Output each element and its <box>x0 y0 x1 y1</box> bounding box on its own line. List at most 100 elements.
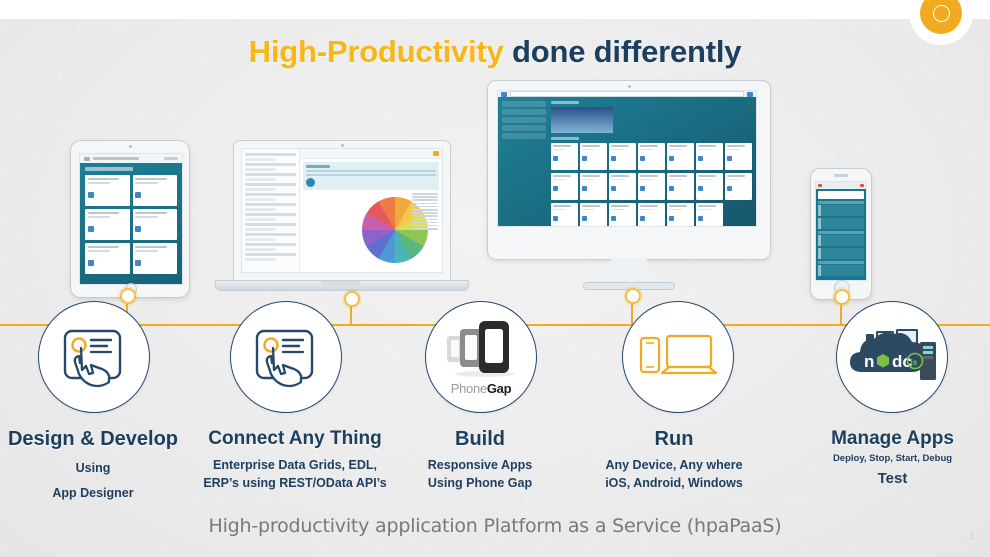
tile <box>638 143 665 170</box>
caption-line: Enterprise Data Grids, EDL, <box>213 458 377 472</box>
tile <box>551 203 578 226</box>
topbar-action-icon <box>433 151 439 156</box>
smartphone-device <box>810 168 872 300</box>
caption-line: iOS, Android, Windows <box>605 476 743 491</box>
page-number: 3 <box>968 531 974 541</box>
page-title: High-Productivity done differently <box>0 34 990 70</box>
caption-connect-any-thing: Connect Any Thing Enterprise Data Grids,… <box>182 428 408 492</box>
tile <box>696 203 723 226</box>
monitor-screen <box>497 90 757 227</box>
laptop-app-mock <box>242 149 442 272</box>
user-icon <box>747 91 753 97</box>
phonegap-logo-icon: PhoneGap <box>433 316 529 398</box>
list-item <box>818 205 864 216</box>
timeline-knob <box>120 288 136 304</box>
tile <box>132 209 177 240</box>
step-circle-design-develop[interactable] <box>38 301 150 413</box>
tile <box>609 173 636 200</box>
tile-row <box>551 173 752 200</box>
monitor-app-mock <box>498 91 756 226</box>
tablet-section-heading <box>85 167 133 171</box>
caption-line: Deploy, Stop, Start, Debug <box>832 453 953 464</box>
tile <box>580 203 607 226</box>
tile <box>725 143 752 170</box>
laptop-camera-icon <box>340 144 344 147</box>
tile <box>696 173 723 200</box>
laptop-device <box>215 140 469 300</box>
phone-search-field <box>818 191 864 199</box>
hand-tap-screen-icon <box>63 329 122 388</box>
step-circle-manage-apps[interactable]: n dc js <box>836 301 948 413</box>
tile <box>580 143 607 170</box>
avatar <box>306 177 315 187</box>
tile <box>551 143 578 170</box>
tile <box>580 173 607 200</box>
phonegap-wordmark: PhoneGap <box>433 381 529 396</box>
phone-app-mock <box>816 182 866 280</box>
tile <box>85 209 130 240</box>
monitor-app-content <box>551 101 752 226</box>
phonegap-phones-icon <box>447 321 515 377</box>
monitor-camera-icon <box>627 85 631 88</box>
tablet-app-toolbar <box>80 154 182 163</box>
tile <box>667 143 694 170</box>
monitor-stand-neck <box>602 258 656 284</box>
logo-inner-ring <box>932 4 950 22</box>
app-title-placeholder <box>93 157 139 160</box>
hand-tap-screen-icon <box>255 329 314 388</box>
caption-heading: Design & Develop <box>7 428 179 450</box>
timeline-knob <box>625 288 641 304</box>
caption-line: App Designer <box>52 486 134 501</box>
caption-heading: Connect Any Thing <box>208 428 382 449</box>
close-icon <box>860 184 864 187</box>
laptop-app-main <box>300 149 442 272</box>
caption-design-develop: Design & Develop Using App Designer <box>0 428 186 502</box>
tablet-camera-icon <box>128 145 132 148</box>
caption-line: Test <box>877 469 908 487</box>
tile <box>85 175 130 206</box>
tablet-device <box>70 140 190 298</box>
caption-run: Run Any Device, Any where iOS, Android, … <box>580 428 768 492</box>
menu-icon <box>501 91 507 97</box>
tile <box>667 203 694 226</box>
laptop-screen <box>241 148 443 273</box>
caption-build: Build Responsive Apps Using Phone Gap <box>404 428 556 492</box>
laptop-trackpad-notch <box>321 281 361 285</box>
tile <box>609 143 636 170</box>
tablet-app-mock <box>80 154 182 284</box>
monitor-app-nav <box>502 101 546 226</box>
phonegap-word-light: Phone <box>450 381 487 396</box>
tile <box>609 203 636 226</box>
list-item <box>818 265 864 276</box>
step-circle-build[interactable]: PhoneGap <box>425 301 537 413</box>
tile <box>696 143 723 170</box>
timeline-knob <box>344 291 360 307</box>
tile <box>85 243 130 274</box>
tablet-screen <box>79 153 183 285</box>
caption-line: Using <box>75 461 111 475</box>
back-icon <box>818 184 822 187</box>
caption-manage-apps: Manage Apps Deploy, Stop, Start, Debug T… <box>795 428 990 490</box>
list-item <box>818 218 864 229</box>
monitor-app-body <box>498 97 756 226</box>
list-item <box>818 248 864 259</box>
tile <box>132 243 177 274</box>
step-circle-run[interactable] <box>622 301 734 413</box>
caption-heading: Manage Apps <box>831 428 954 449</box>
tile <box>132 175 177 206</box>
phone-speaker-icon <box>834 174 848 177</box>
orange-ring-logo-icon <box>920 0 962 34</box>
title-rest: done differently <box>503 34 742 69</box>
caption-line: Responsive Apps <box>427 458 533 472</box>
top-white-band <box>0 0 990 19</box>
chart-legend <box>412 193 438 231</box>
caption-line: Using Phone Gap <box>427 476 533 491</box>
phonegap-word-bold: Gap <box>486 381 512 396</box>
menu-icon <box>84 156 90 161</box>
step-circle-connect-any-thing[interactable] <box>230 301 342 413</box>
list-item <box>818 235 864 246</box>
tile-row <box>551 203 752 226</box>
welcome-panel <box>303 162 439 190</box>
desktop-monitor-device <box>487 80 771 302</box>
timeline-knob <box>834 289 850 305</box>
